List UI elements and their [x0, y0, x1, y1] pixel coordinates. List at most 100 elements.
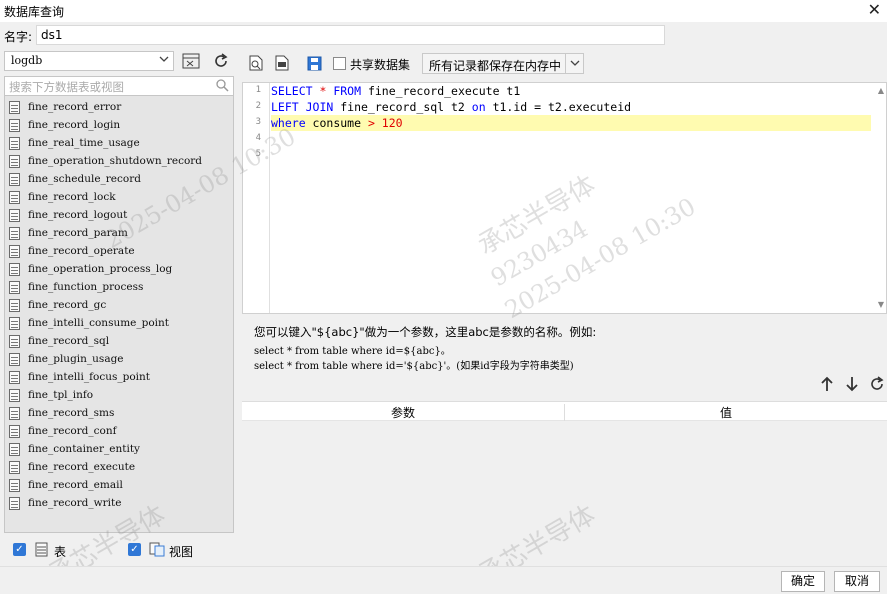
table-name: fine_record_logout — [28, 209, 128, 221]
database-select[interactable]: logdb — [4, 51, 174, 71]
table-name: fine_record_conf — [28, 425, 117, 437]
table-name: fine_real_time_usage — [28, 137, 140, 149]
table-icon — [9, 118, 20, 132]
chevron-down-icon — [159, 54, 169, 67]
move-up-icon[interactable] — [820, 376, 834, 396]
table-icon — [9, 244, 20, 258]
dialog-button-bar: 确定 取消 — [0, 566, 887, 594]
table-list-item[interactable]: fine_record_operate — [5, 242, 233, 260]
column-param: 参数 — [390, 406, 415, 420]
table-icon — [9, 136, 20, 150]
table-name: fine_schedule_record — [28, 173, 141, 185]
table-name: fine_record_error — [28, 101, 122, 113]
table-list-item[interactable]: fine_record_error — [5, 98, 233, 116]
table-filter-label: 表 — [54, 545, 67, 559]
table-list-item[interactable]: fine_operation_process_log — [5, 260, 233, 278]
preview-data-icon[interactable] — [247, 54, 265, 72]
table-name: fine_intelli_focus_point — [28, 371, 150, 383]
memory-mode-value: 所有记录都保存在内存中 — [429, 59, 562, 73]
refresh-icon[interactable] — [210, 51, 232, 71]
move-down-icon[interactable] — [845, 376, 859, 396]
parameter-table-header: 参数 值 — [242, 401, 887, 421]
table-icon — [9, 334, 20, 348]
close-icon[interactable]: ✕ — [868, 1, 881, 19]
table-name: fine_record_operate — [28, 245, 135, 257]
code-text: consume — [305, 116, 368, 130]
keyword: where — [271, 116, 306, 130]
database-select-value: logdb — [11, 54, 43, 67]
code-text: t1.id = t2.executeid — [485, 100, 632, 114]
table-icon — [35, 542, 48, 560]
query-toolbar: 共享数据集 所有记录都保存在内存中 — [242, 50, 887, 76]
table-name: fine_record_lock — [28, 191, 116, 203]
table-name: fine_record_gc — [28, 299, 107, 311]
table-search-input[interactable]: 搜索下方数据表或视图 — [4, 76, 234, 96]
ok-button[interactable]: 确定 — [781, 571, 825, 592]
share-dataset-checkbox[interactable] — [333, 57, 346, 70]
table-icon — [9, 442, 20, 456]
table-list-item[interactable]: fine_record_param — [5, 224, 233, 242]
code-text: fine_record_execute t1 — [361, 84, 521, 98]
table-icon — [9, 388, 20, 402]
table-list-item[interactable]: fine_real_time_usage — [5, 134, 233, 152]
share-dataset-label: 共享数据集 — [350, 58, 411, 72]
code-line-2: LEFT JOIN fine_record_sql t2 on t1.id = … — [271, 99, 871, 115]
table-list-item[interactable]: fine_record_login — [5, 116, 233, 134]
table-list-item[interactable]: fine_plugin_usage — [5, 350, 233, 368]
keyword: LEFT JOIN — [271, 100, 334, 114]
table-icon — [9, 316, 20, 330]
column-value: 值 — [564, 404, 887, 421]
table-icon — [9, 262, 20, 276]
table-list-item[interactable]: fine_record_logout — [5, 206, 233, 224]
table-list-item[interactable]: fine_record_sms — [5, 404, 233, 422]
sql-editor[interactable]: 1 2 3 4 5 SELECT * FROM fine_record_exec… — [242, 82, 887, 314]
line-number: 4 — [255, 133, 261, 143]
table-icon — [9, 226, 20, 240]
table-list-item[interactable]: fine_record_email — [5, 476, 233, 494]
save-icon[interactable] — [305, 54, 323, 72]
refresh-params-icon[interactable] — [869, 376, 885, 396]
table-list-item[interactable]: fine_record_gc — [5, 296, 233, 314]
line-number: 1 — [255, 85, 261, 95]
operator: > — [367, 116, 375, 130]
table-list-item[interactable]: fine_container_entity — [5, 440, 233, 458]
table-list-item[interactable]: fine_record_lock — [5, 188, 233, 206]
sql-file-icon[interactable] — [273, 54, 291, 72]
table-name: fine_operation_process_log — [28, 263, 173, 275]
table-name: fine_tpl_info — [28, 389, 94, 401]
view-filter-checkbox[interactable]: ✓ — [128, 543, 141, 556]
table-list-item[interactable]: fine_tpl_info — [5, 386, 233, 404]
scroll-down-icon[interactable]: ▼ — [878, 300, 884, 309]
table-search-placeholder: 搜索下方数据表或视图 — [9, 80, 124, 94]
table-icon — [9, 370, 20, 384]
table-list-item[interactable]: fine_record_sql — [5, 332, 233, 350]
table-list-item[interactable]: fine_operation_shutdown_record — [5, 152, 233, 170]
table-list-item[interactable]: fine_intelli_consume_point — [5, 314, 233, 332]
table-name: fine_record_write — [28, 497, 122, 509]
name-input[interactable]: ds1 — [36, 25, 665, 45]
table-icon — [9, 496, 20, 510]
table-icon — [9, 280, 20, 294]
table-name: fine_operation_shutdown_record — [28, 155, 203, 167]
table-icon — [9, 298, 20, 312]
preview-table-icon[interactable] — [180, 51, 202, 71]
table-list-item[interactable]: fine_record_conf — [5, 422, 233, 440]
operator: * — [312, 84, 334, 98]
table-name: fine_intelli_consume_point — [28, 317, 170, 329]
memory-mode-select[interactable]: 所有记录都保存在内存中 — [422, 53, 584, 74]
scroll-up-icon[interactable]: ▲ — [878, 86, 884, 95]
table-name: fine_record_sql — [28, 335, 110, 347]
table-list-item[interactable]: fine_schedule_record — [5, 170, 233, 188]
table-list-item[interactable]: fine_record_execute — [5, 458, 233, 476]
table-icon — [9, 154, 20, 168]
table-name: fine_record_login — [28, 119, 121, 131]
table-filter-checkbox[interactable]: ✓ — [13, 543, 26, 556]
table-list-item[interactable]: fine_record_write — [5, 494, 233, 512]
name-label: 名字: — [4, 30, 33, 44]
table-name: fine_record_param — [28, 227, 128, 239]
parameter-table-body — [242, 421, 887, 566]
table-list-item[interactable]: fine_intelli_focus_point — [5, 368, 233, 386]
table-list-item[interactable]: fine_function_process — [5, 278, 233, 296]
cancel-button[interactable]: 取消 — [834, 571, 880, 592]
table-icon — [9, 406, 20, 420]
